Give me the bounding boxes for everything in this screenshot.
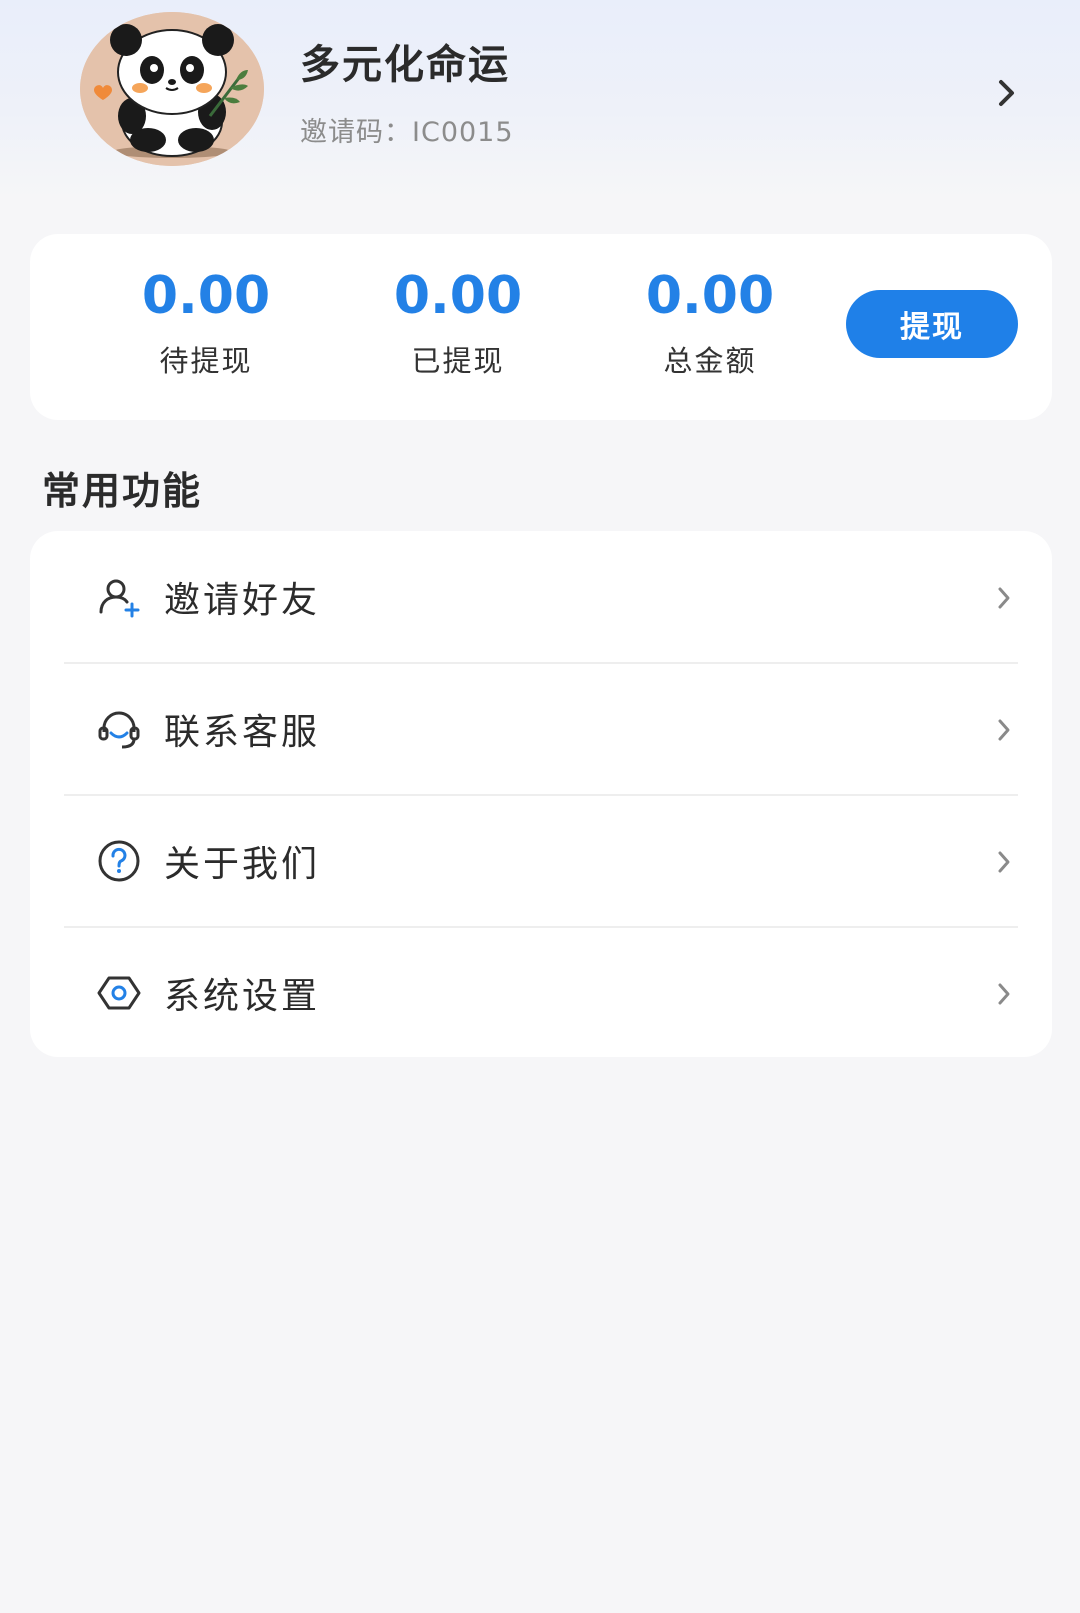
question-circle-icon: [96, 838, 142, 884]
stat-value: 0.00: [393, 266, 523, 326]
chevron-right-icon: [998, 851, 1010, 873]
stat-label: 已提现: [411, 344, 505, 378]
stat-label: 待提现: [159, 344, 253, 378]
invite-code-value: IC0015: [412, 117, 514, 148]
menu-item-label: 关于我们: [164, 844, 321, 885]
menu-item-system-settings[interactable]: 系统设置: [64, 927, 1018, 1059]
stat-withdrawn: 0.00 已提现: [358, 264, 558, 380]
withdraw-button[interactable]: 提现: [846, 290, 1018, 358]
add-user-icon: [96, 574, 142, 620]
stat-pending-withdrawal: 0.00 待提现: [106, 264, 306, 380]
profile-name: 多元化命运: [300, 42, 510, 88]
settings-icon: [96, 970, 142, 1016]
menu-item-label: 系统设置: [164, 976, 321, 1017]
menu-card: 邀请好友 联系客服 关于我们 系统设置: [30, 531, 1052, 1057]
chevron-right-icon: [998, 719, 1010, 741]
menu-item-label: 联系客服: [164, 712, 321, 753]
section-title: 常用功能: [42, 469, 203, 513]
chevron-right-icon: [998, 983, 1010, 1005]
panda-avatar-icon: [80, 12, 264, 166]
chevron-right-icon: [998, 587, 1010, 609]
menu-item-label: 邀请好友: [164, 580, 321, 621]
stat-value: 0.00: [645, 266, 775, 326]
profile-page: 多元化命运 邀请码：IC0015 0.00 待提现 0.00 已提现 0.00 …: [0, 0, 1080, 1613]
menu-item-about-us[interactable]: 关于我们: [64, 795, 1018, 927]
chevron-right-icon[interactable]: [996, 78, 1018, 108]
menu-item-invite-friends[interactable]: 邀请好友: [64, 531, 1018, 663]
stat-value: 0.00: [141, 266, 271, 326]
menu-item-contact-support[interactable]: 联系客服: [64, 663, 1018, 795]
invite-code: 邀请码：IC0015: [300, 110, 514, 149]
headset-icon: [96, 706, 142, 752]
stat-label: 总金额: [663, 344, 757, 378]
balance-card: 0.00 待提现 0.00 已提现 0.00 总金额 提现: [30, 234, 1052, 420]
profile-header[interactable]: 多元化命运 邀请码：IC0015: [0, 0, 1080, 200]
invite-code-label: 邀请码：: [300, 117, 412, 148]
stat-total-amount: 0.00 总金额: [610, 264, 810, 380]
avatar[interactable]: [80, 12, 264, 166]
